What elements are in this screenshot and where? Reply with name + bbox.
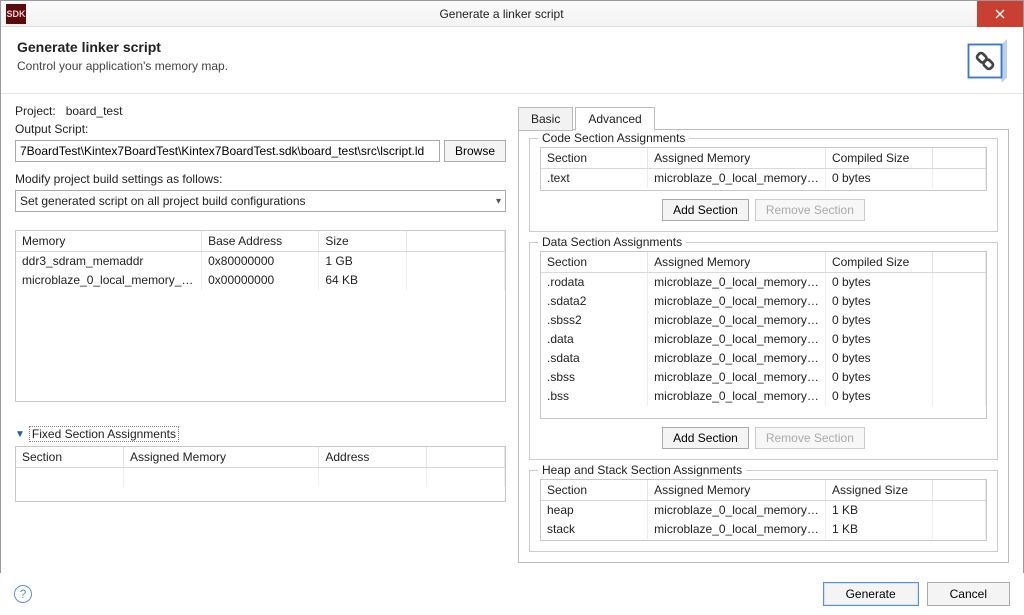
remove-data-section-button[interactable]: Remove Section xyxy=(755,427,865,449)
remove-code-section-button[interactable]: Remove Section xyxy=(755,199,865,221)
add-data-section-button[interactable]: Add Section xyxy=(662,427,749,449)
col-assigned-size[interactable]: Assigned Size xyxy=(825,480,932,501)
tab-basic[interactable]: Basic xyxy=(518,107,573,131)
col-assigned-memory[interactable]: Assigned Memory xyxy=(648,148,826,169)
project-row: Project: board_test xyxy=(15,104,506,118)
dialog-header: Generate linker script Control your appl… xyxy=(1,27,1023,94)
table-row[interactable]: .rodatamicroblaze_0_local_memory_ilm...0… xyxy=(541,273,986,292)
help-icon: ? xyxy=(20,587,27,601)
col-compiled-size[interactable]: Compiled Size xyxy=(825,252,932,273)
code-section-table[interactable]: Section Assigned Memory Compiled Size .t… xyxy=(541,148,986,188)
close-icon xyxy=(995,9,1005,19)
code-legend: Code Section Assignments xyxy=(538,131,689,145)
expand-arrow-icon: ▼ xyxy=(15,429,25,440)
dialog-heading: Generate linker script xyxy=(17,39,228,55)
memory-table-wrap: Memory Base Address Size ddr3_sdram_mema… xyxy=(15,230,506,402)
window-title: Generate a linker script xyxy=(26,7,977,21)
output-label: Output Script: xyxy=(15,122,506,136)
col-assigned-memory[interactable]: Assigned Memory xyxy=(123,447,318,468)
footer: ? Generate Cancel xyxy=(0,573,1024,615)
fixed-section-label: Fixed Section Assignments xyxy=(29,426,179,442)
table-row[interactable]: .sdata2microblaze_0_local_memory_ilm...0… xyxy=(541,292,986,311)
col-section[interactable]: Section xyxy=(16,447,123,468)
col-address[interactable]: Address xyxy=(319,447,426,468)
col-assigned-memory[interactable]: Assigned Memory xyxy=(648,480,826,501)
fixed-table-wrap: Section Assigned Memory Address xyxy=(15,446,506,502)
app-icon: SDK xyxy=(6,4,26,24)
col-section[interactable]: Section xyxy=(541,252,648,273)
heap-legend: Heap and Stack Section Assignments xyxy=(538,463,746,477)
tab-body-advanced: Code Section Assignments Section Assigne… xyxy=(518,129,1009,563)
col-section[interactable]: Section xyxy=(541,148,648,169)
dialog-subtitle: Control your application's memory map. xyxy=(17,59,228,73)
col-blank xyxy=(407,231,505,252)
memory-table[interactable]: Memory Base Address Size ddr3_sdram_mema… xyxy=(16,231,505,290)
project-label: Project: xyxy=(15,104,56,118)
code-section-group: Code Section Assignments Section Assigne… xyxy=(529,138,998,232)
data-legend: Data Section Assignments xyxy=(538,235,686,249)
generate-button[interactable]: Generate xyxy=(823,582,919,606)
build-settings-value: Set generated script on all project buil… xyxy=(20,194,306,208)
project-value: board_test xyxy=(66,104,123,118)
build-settings-select[interactable]: Set generated script on all project buil… xyxy=(15,190,506,212)
table-row[interactable]: stackmicroblaze_0_local_memory_ilm...1 K… xyxy=(541,520,986,539)
table-row[interactable]: microblaze_0_local_memory_ilmb...0x00000… xyxy=(16,271,505,290)
main-content: Project: board_test Output Script: Brows… xyxy=(1,94,1023,581)
output-script-input[interactable] xyxy=(15,140,440,162)
table-row[interactable]: .sdatamicroblaze_0_local_memory_ilm...0 … xyxy=(541,349,986,368)
col-section[interactable]: Section xyxy=(541,480,648,501)
heap-stack-table[interactable]: Section Assigned Memory Assigned Size he… xyxy=(541,480,986,539)
data-section-table[interactable]: Section Assigned Memory Compiled Size .r… xyxy=(541,252,986,406)
tabs: Basic Advanced xyxy=(518,106,1009,130)
chevron-down-icon: ▾ xyxy=(496,196,501,207)
close-button[interactable] xyxy=(977,1,1023,27)
heap-stack-group: Heap and Stack Section Assignments Secti… xyxy=(529,470,998,552)
tab-advanced[interactable]: Advanced xyxy=(575,107,654,131)
cancel-button[interactable]: Cancel xyxy=(927,582,1010,606)
titlebar: SDK Generate a linker script xyxy=(1,1,1023,27)
add-code-section-button[interactable]: Add Section xyxy=(662,199,749,221)
modify-label: Modify project build settings as follows… xyxy=(15,172,506,186)
col-base[interactable]: Base Address xyxy=(202,231,319,252)
browse-button[interactable]: Browse xyxy=(444,140,506,162)
table-row[interactable]: .bssmicroblaze_0_local_memory_ilm...0 by… xyxy=(541,387,986,406)
help-button[interactable]: ? xyxy=(14,585,32,603)
col-assigned-memory[interactable]: Assigned Memory xyxy=(648,252,826,273)
col-memory[interactable]: Memory xyxy=(16,231,202,252)
table-row[interactable]: heapmicroblaze_0_local_memory_ilm...1 KB xyxy=(541,501,986,520)
table-row[interactable]: ddr3_sdram_memaddr0x800000001 GB xyxy=(16,252,505,271)
col-compiled-size[interactable]: Compiled Size xyxy=(825,148,932,169)
linker-icon xyxy=(963,39,1007,83)
col-size[interactable]: Size xyxy=(319,231,407,252)
table-row[interactable]: .textmicroblaze_0_local_memory_ilm...0 b… xyxy=(541,169,986,188)
data-section-group: Data Section Assignments Section Assigne… xyxy=(529,242,998,460)
table-row xyxy=(16,468,505,487)
table-row[interactable]: .sbss2microblaze_0_local_memory_ilm...0 … xyxy=(541,311,986,330)
table-row[interactable]: .datamicroblaze_0_local_memory_ilm...0 b… xyxy=(541,330,986,349)
fixed-section-table[interactable]: Section Assigned Memory Address xyxy=(16,447,505,487)
fixed-section-expander[interactable]: ▼ Fixed Section Assignments xyxy=(15,426,506,442)
table-row[interactable]: .sbssmicroblaze_0_local_memory_ilm...0 b… xyxy=(541,368,986,387)
